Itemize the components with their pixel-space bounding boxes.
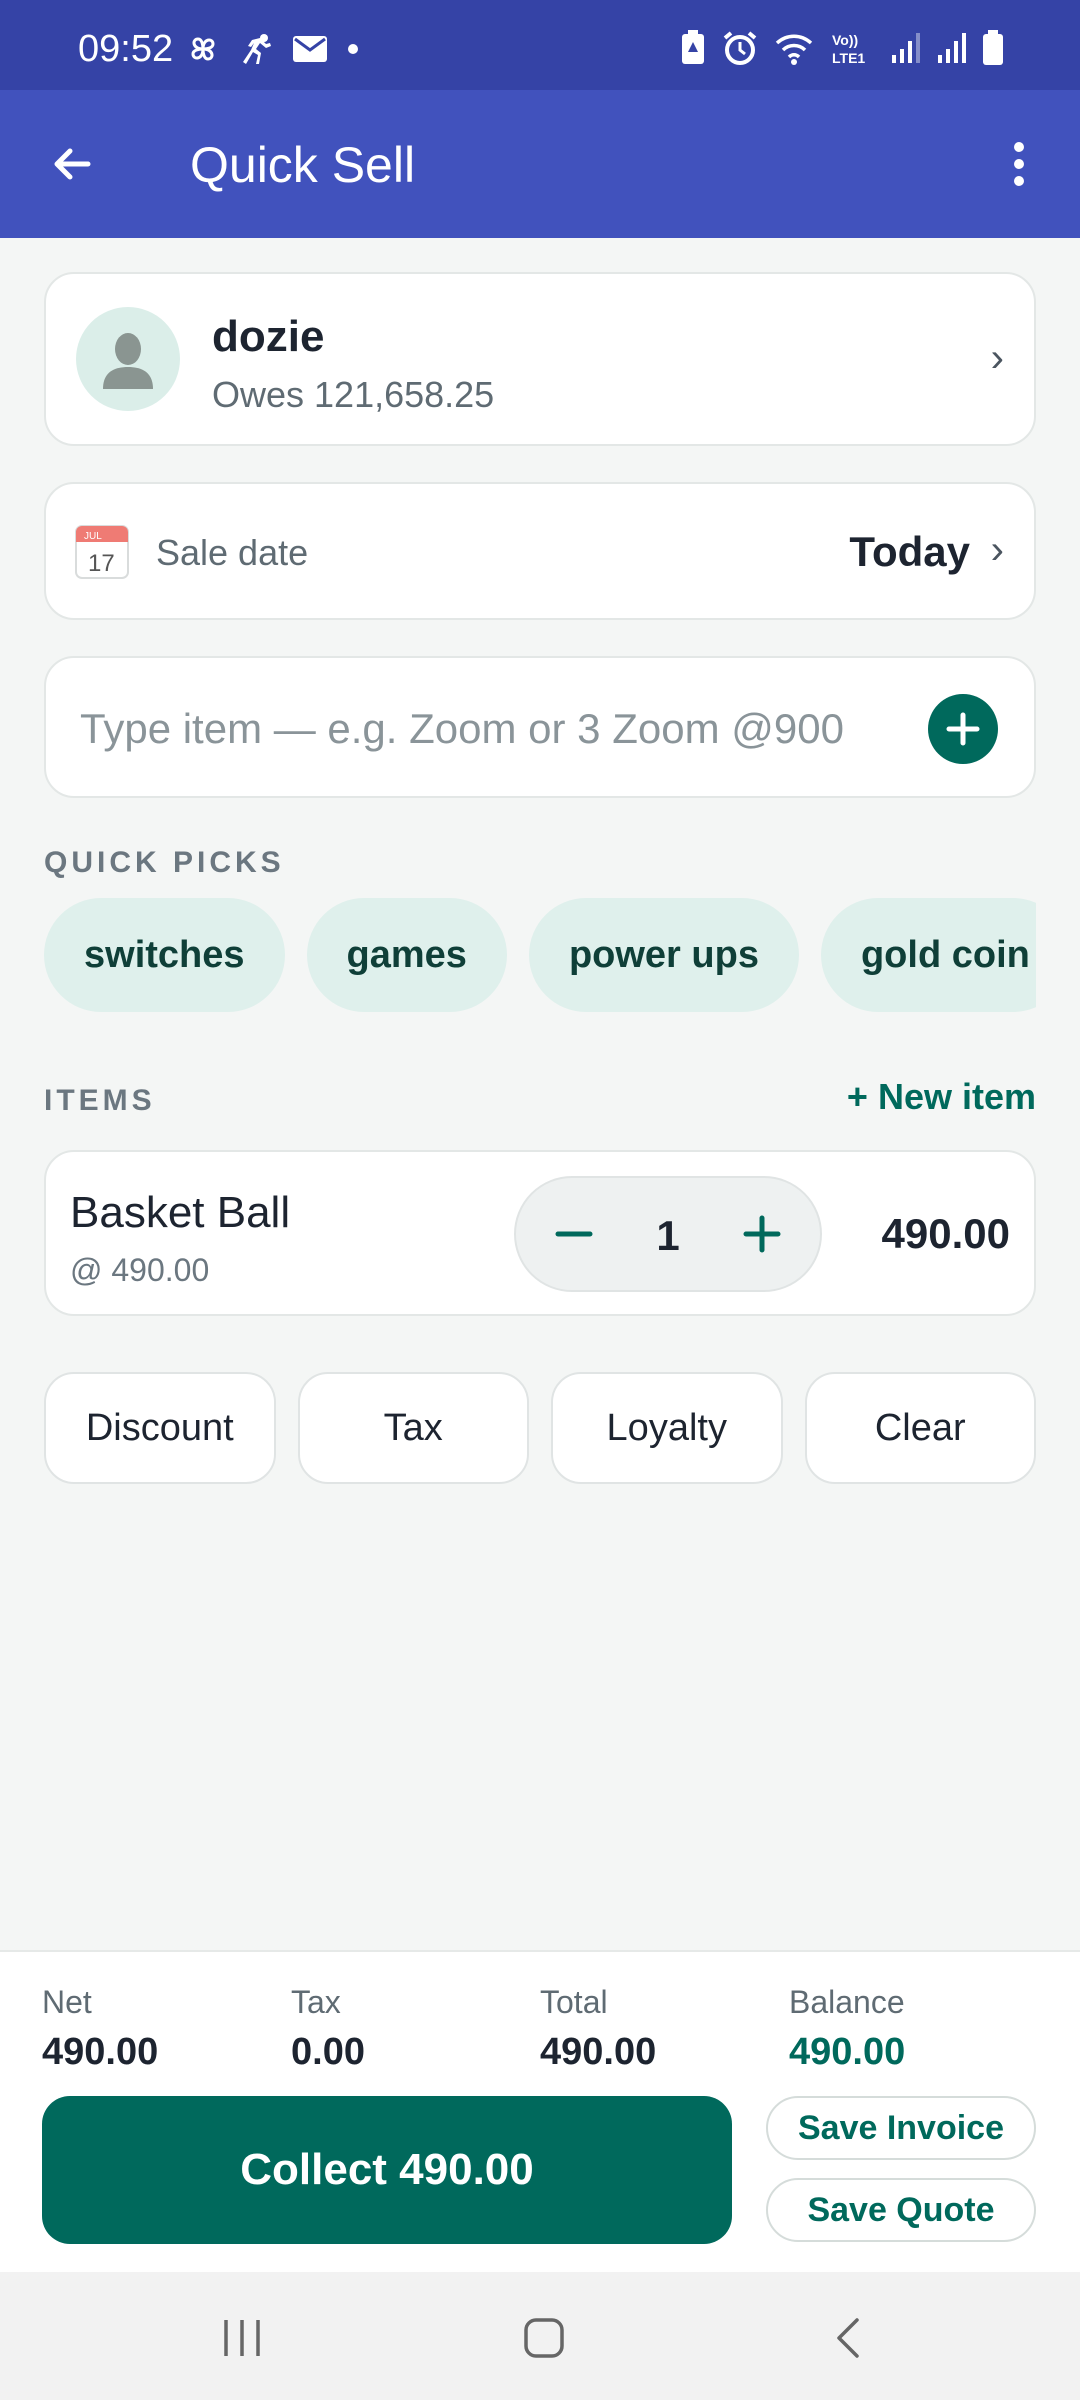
battery-icon <box>983 30 1003 65</box>
recent-apps-icon <box>224 2320 260 2356</box>
sale-date-value: Today <box>849 528 970 575</box>
loyalty-button[interactable]: Loyalty <box>551 1372 783 1484</box>
line-item[interactable]: Basket Ball @ 490.00 1 490.00 <box>44 1150 1036 1316</box>
sale-date-label: Sale date <box>156 532 309 573</box>
home-icon <box>524 2318 564 2358</box>
customer-card[interactable]: dozie Owes 121,658.25 › <box>44 272 1036 446</box>
sale-date-card[interactable]: JUL 17 Sale date Today › <box>44 482 1036 620</box>
clear-button[interactable]: Clear <box>804 1372 1036 1484</box>
person-icon <box>103 333 153 389</box>
pinwheel-icon <box>191 37 215 61</box>
chevron-right-icon: › <box>990 528 1004 572</box>
item-entry-card <box>44 656 1036 798</box>
net-label: Net <box>42 1984 92 2020</box>
total-label: Total <box>540 1984 608 2020</box>
balance-label: Balance <box>789 1984 905 2020</box>
balance-summary: Balance 490.00 <box>789 1984 905 2074</box>
tax-summary: Tax 0.00 <box>291 1984 365 2074</box>
quick-pick-chip[interactable]: gold coin <box>820 898 1036 1012</box>
quick-picks-label: QUICK PICKS <box>44 846 285 879</box>
items-label: ITEMS <box>44 1084 156 1117</box>
quantity-stepper: 1 <box>514 1176 822 1292</box>
total-summary: Total 490.00 <box>540 1984 656 2074</box>
balance-value: 490.00 <box>789 2031 906 2073</box>
signal-icon <box>892 33 920 63</box>
mail-icon <box>293 36 327 62</box>
app-bar: Quick Sell <box>0 90 1080 238</box>
quick-pick-chip[interactable]: switches <box>44 898 285 1012</box>
avatar <box>76 307 180 411</box>
quick-picks-list: switches games power ups gold coin <box>44 898 1036 1012</box>
save-invoice-button[interactable]: Save Invoice <box>766 2096 1036 2160</box>
alarm-icon <box>723 31 757 65</box>
customer-balance: Owes 121,658.25 <box>212 374 495 415</box>
tax-value: 0.00 <box>291 2031 365 2073</box>
status-notification-icons <box>186 32 360 66</box>
new-item-link[interactable]: + New item <box>847 1076 1036 1118</box>
battery-saver-icon <box>682 30 704 64</box>
back-chevron-icon <box>837 2318 859 2358</box>
customer-name: dozie <box>212 312 325 361</box>
system-navigation-bar <box>0 2272 1080 2400</box>
calendar-icon: JUL 17 <box>75 525 129 579</box>
tax-label: Tax <box>291 1984 341 2020</box>
save-quote-button[interactable]: Save Quote <box>766 2178 1036 2242</box>
line-item-name: Basket Ball <box>70 1188 291 1237</box>
quick-pick-chip[interactable]: games <box>306 898 507 1012</box>
system-back-button[interactable] <box>818 2308 878 2368</box>
signal-icon <box>938 33 966 63</box>
action-buttons: Discount Tax Loyalty Clear <box>44 1372 1036 1484</box>
checkout-panel: Net 490.00 Tax 0.00 Total 490.00 Balance… <box>0 1950 1080 2272</box>
add-item-button[interactable] <box>928 694 998 764</box>
tax-button[interactable]: Tax <box>297 1372 529 1484</box>
status-system-icons: Vo)) LTE1 <box>680 30 1004 66</box>
plus-icon <box>946 712 980 746</box>
discount-button[interactable]: Discount <box>44 1372 276 1484</box>
svg-text:JUL: JUL <box>84 531 102 542</box>
quick-pick-chip[interactable]: power ups <box>528 898 799 1012</box>
overflow-menu-button[interactable] <box>994 132 1044 196</box>
net-value: 490.00 <box>42 2031 159 2073</box>
wifi-icon <box>775 34 813 65</box>
page-title: Quick Sell <box>190 137 416 193</box>
dot-icon <box>348 44 358 54</box>
line-item-total: 490.00 <box>881 1210 1010 1257</box>
running-icon <box>243 34 271 64</box>
back-button[interactable] <box>40 132 104 196</box>
collect-button[interactable]: Collect 490.00 <box>42 2096 732 2244</box>
line-item-unit-price: @ 490.00 <box>70 1252 210 1288</box>
home-button[interactable] <box>514 2308 574 2368</box>
item-search-input[interactable] <box>80 694 900 764</box>
recent-apps-button[interactable] <box>212 2308 272 2368</box>
volte-icon: Vo)) LTE1 <box>832 32 865 66</box>
net-summary: Net 490.00 <box>42 1984 158 2074</box>
svg-text:Vo)): Vo)) <box>832 32 858 48</box>
chevron-right-icon: › <box>990 336 1004 380</box>
plus-icon <box>743 1215 781 1253</box>
status-bar: 09:52 Vo)) LTE1 <box>0 0 1080 90</box>
arrow-left-icon <box>54 148 91 180</box>
svg-text:17: 17 <box>88 550 115 577</box>
svg-text:LTE1: LTE1 <box>832 50 865 66</box>
increment-button[interactable] <box>734 1206 790 1262</box>
total-value: 490.00 <box>540 2031 657 2073</box>
status-time: 09:52 <box>78 28 174 70</box>
more-vert-icon <box>1014 142 1024 186</box>
